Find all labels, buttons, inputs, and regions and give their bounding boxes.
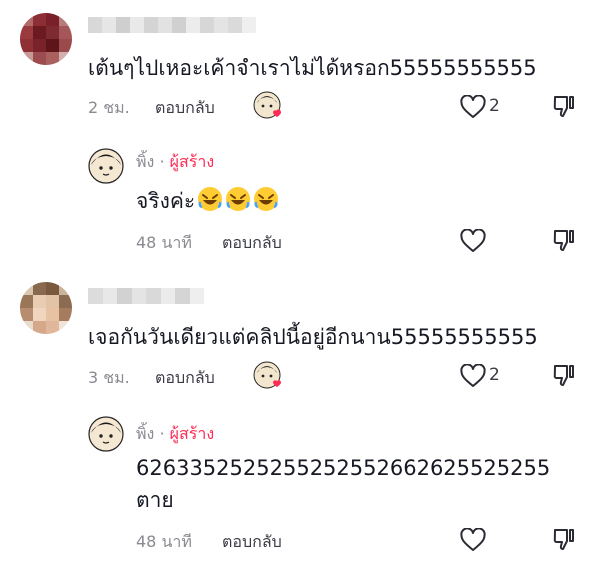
reply-author-name[interactable]: พิ้ง [136, 152, 154, 171]
creator-label: ผู้สร้าง [169, 152, 215, 171]
comment-text: เต้นๆไปเหอะเค้าจำเราไม่ได้หรอก5555555555… [88, 56, 537, 80]
reply-button[interactable]: ตอบกลับ [155, 96, 215, 121]
dislike-icon[interactable] [553, 527, 575, 551]
reply-time: 48 นาที [136, 532, 192, 551]
like-count: 2 [489, 96, 500, 116]
like-heart-icon[interactable] [460, 528, 486, 552]
commenter-avatar[interactable] [20, 13, 72, 65]
comment-time: 2 ชม. [88, 98, 130, 117]
comment-text: เจอกันวันเดียวแต่คลิปนี้อยู่อีกนาน555555… [88, 325, 538, 349]
reply-text-line1: 6263352525255252552662625525255 [136, 456, 551, 480]
like-heart-icon[interactable] [460, 229, 486, 253]
separator-dot: · [159, 424, 165, 443]
reply-author-line: พิ้ง · ผู้สร้าง [136, 422, 214, 447]
dislike-icon[interactable] [553, 363, 575, 387]
creator-liked-badge [253, 361, 283, 391]
reply-button[interactable]: ตอบกลับ [222, 530, 282, 555]
creator-avatar[interactable] [88, 148, 124, 184]
reply-text-line2: ตาย [136, 488, 174, 512]
creator-label: ผู้สร้าง [169, 424, 215, 443]
reply-author-name[interactable]: พิ้ง [136, 424, 154, 443]
reply-button[interactable]: ตอบกลับ [155, 366, 215, 391]
commenter-avatar[interactable] [20, 282, 72, 334]
commenter-name-blurred[interactable] [88, 288, 204, 304]
dislike-icon[interactable] [553, 228, 575, 252]
like-heart-icon[interactable] [460, 95, 486, 119]
reply-author-line: พิ้ง · ผู้สร้าง [136, 150, 214, 175]
comment-time: 3 ชม. [88, 368, 130, 387]
like-heart-icon[interactable] [460, 364, 486, 388]
separator-dot: · [159, 152, 165, 171]
like-count: 2 [489, 365, 500, 385]
reply-time: 48 นาที [136, 233, 192, 252]
creator-liked-badge [253, 91, 283, 121]
dislike-icon[interactable] [553, 94, 575, 118]
rolling-laughing-emoji-icon [225, 186, 251, 212]
reply-button[interactable]: ตอบกลับ [222, 231, 282, 256]
creator-avatar[interactable] [88, 416, 124, 452]
reply-text: จริงค่ะ [136, 186, 279, 215]
commenter-name-blurred[interactable] [88, 17, 256, 33]
reply-text-content: จริงค่ะ [136, 189, 196, 213]
rolling-laughing-emoji-icon [197, 186, 223, 212]
rolling-laughing-emoji-icon [253, 186, 279, 212]
